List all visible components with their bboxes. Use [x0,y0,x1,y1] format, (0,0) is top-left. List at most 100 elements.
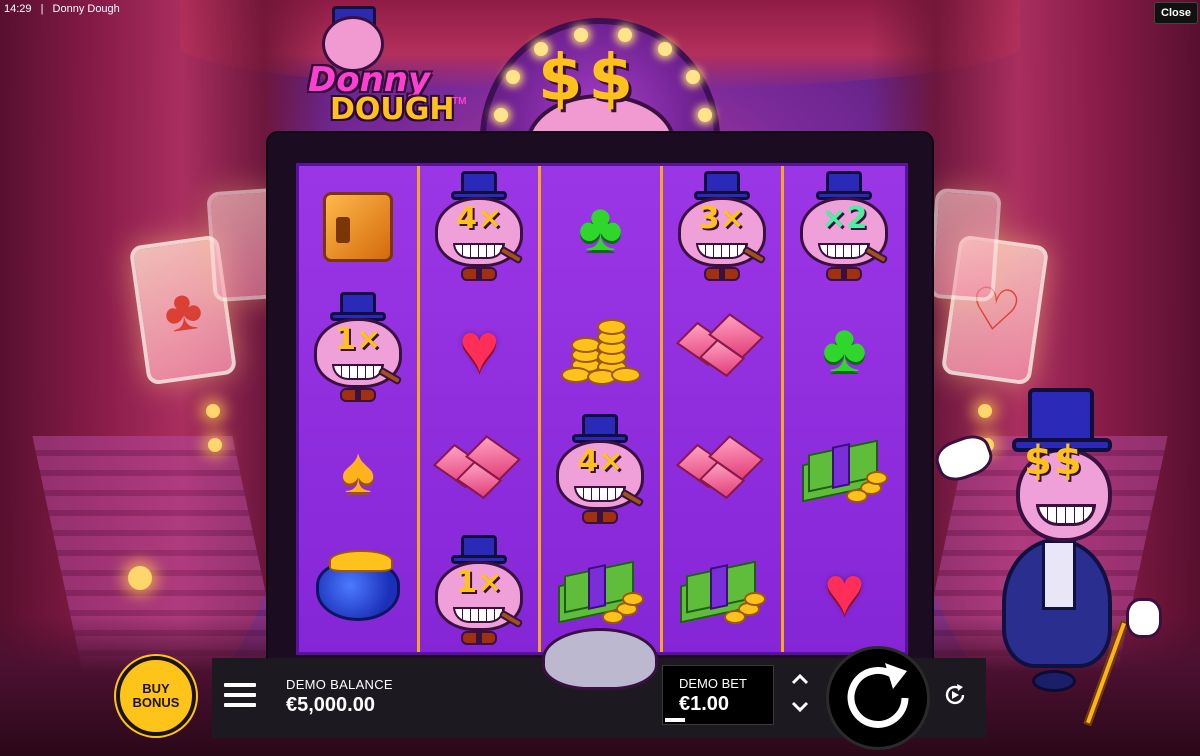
reel-column-1: 1× ♠ [299,166,421,653]
logo-title-line2: DOUGH [330,92,455,127]
reel-cell: 1× [420,531,538,653]
cash-stack-icon [796,437,892,503]
reel-cell [541,288,659,410]
balance-label: DEMO BALANCE [286,677,393,692]
marquee-bulb [494,108,508,122]
reel-cell: 1× [299,288,417,410]
character-shoe [1032,670,1076,692]
donny-multiplier-symbol: 3× [670,170,774,283]
club-icon: ♣ [578,188,623,265]
reel-cell [299,531,417,653]
chevron-up-icon[interactable] [786,672,814,692]
reel-cell: ♥ [784,531,905,653]
stage-lamp [208,438,222,452]
marquee-bulb [534,42,548,56]
cash-stack-icon [552,558,648,625]
gems-icon [675,313,767,381]
reel-cell: 4× [420,166,538,288]
waving-glove [930,429,998,487]
bet-level-indicator [665,718,685,722]
hamburger-menu-icon[interactable] [222,680,258,710]
donny-teeth [695,242,748,259]
character-shirt [1042,540,1076,610]
donny-multiplier-symbol: 4× [548,413,652,526]
multiplier-label: 3× [698,200,745,236]
multiplier-label: 1× [456,565,503,601]
reel-cell: 3× [663,166,781,288]
gems-icon [675,434,767,503]
reel-cell [784,409,905,531]
bow-tie-icon [582,509,619,524]
reel-frame: 1× ♠ 4× ♥ 1× ♣ 4× 3× ×2 ♣ ♥ [268,133,932,678]
marquee-bulb [698,108,712,122]
bow-tie-icon [461,631,498,646]
bet-adjust [786,672,814,720]
status-separator: | [40,3,44,15]
reel-cell: ♠ [299,409,417,531]
bow-tie-icon [340,388,377,403]
reel-column-3: ♣ 4× [541,166,663,652]
chevron-down-icon[interactable] [786,700,814,720]
bet-display[interactable]: DEMO BET €1.00 [662,665,774,725]
donny-teeth [574,485,627,502]
buy-bonus-button[interactable]: BUY BONUS [116,656,196,736]
reel-cell [663,531,781,653]
status-bar: 14:29 | Donny Dough [0,0,1200,18]
spin-arrow-icon [847,663,909,728]
donny-multiplier-symbol: ×2 [792,170,896,283]
donny-multiplier-symbol: 1× [306,292,410,404]
dollar-eyes: $$ [1024,438,1084,484]
balance-value: €5,000.00 [286,694,375,716]
reel-cell [420,409,538,531]
autoplay-icon [945,684,965,705]
multiplier-label: ×2 [821,200,868,236]
bow-tie-icon [703,266,740,281]
bow-tie-icon [826,266,863,281]
clock-text: 14:29 [4,3,32,15]
cane-glove [1126,598,1162,638]
balance-display: DEMO BALANCE €5,000.00 [286,677,393,717]
multiplier-label: 1× [335,322,382,358]
spade-icon: ♠ [341,433,376,506]
bow-tie-icon [461,266,498,281]
donny-multiplier-symbol: 4× [427,170,531,283]
reel-cell [663,288,781,410]
card-decoration-right-back [928,187,1002,303]
reel-column-2: 4× ♥ 1× [420,166,542,653]
reel-column-4: 3× [662,166,784,653]
reel-cell: ♣ [541,166,659,288]
heart-icon: ♥ [459,310,500,387]
club-icon: ♣ [822,310,867,387]
reel-cell: 4× [541,409,659,531]
marquee-dollar-eyes: $$ [538,42,640,116]
marquee-bulb [506,70,520,84]
reel-cell: ×2 [784,166,905,288]
reel-cell [299,166,417,288]
buy-bonus-label: BUY BONUS [132,681,180,710]
gems-icon [433,434,524,503]
vault-safe-icon [323,191,394,262]
coin-purse-icon [316,550,401,622]
marquee-bulb [686,70,700,84]
reel-grid: 1× ♠ 4× ♥ 1× ♣ 4× 3× ×2 ♣ ♥ [296,163,908,655]
reel-column-5: ×2 ♣ ♥ [783,166,905,653]
bet-label: DEMO BET [679,676,747,691]
stage-lamp [128,566,152,590]
autoplay-button[interactable] [940,680,970,710]
spin-button[interactable] [826,646,930,750]
window-title: Donny Dough [52,3,120,15]
donny-multiplier-symbol: 1× [427,535,531,647]
marquee-bulb [574,28,588,42]
reel-cell: ♣ [784,288,905,410]
marquee-bulb [658,42,672,56]
logo-trademark: TM [452,96,467,107]
close-button[interactable]: Close [1154,2,1198,24]
game-logo: Donny DOUGH TM [302,4,482,134]
cash-stack-icon [674,558,770,625]
marquee-bulb [618,28,632,42]
clasped-hands-decoration [542,628,658,690]
reel-cell [663,409,781,531]
heart-icon: ♥ [824,553,865,630]
reel-cell: ♥ [420,288,538,410]
multiplier-label: 4× [577,443,624,479]
